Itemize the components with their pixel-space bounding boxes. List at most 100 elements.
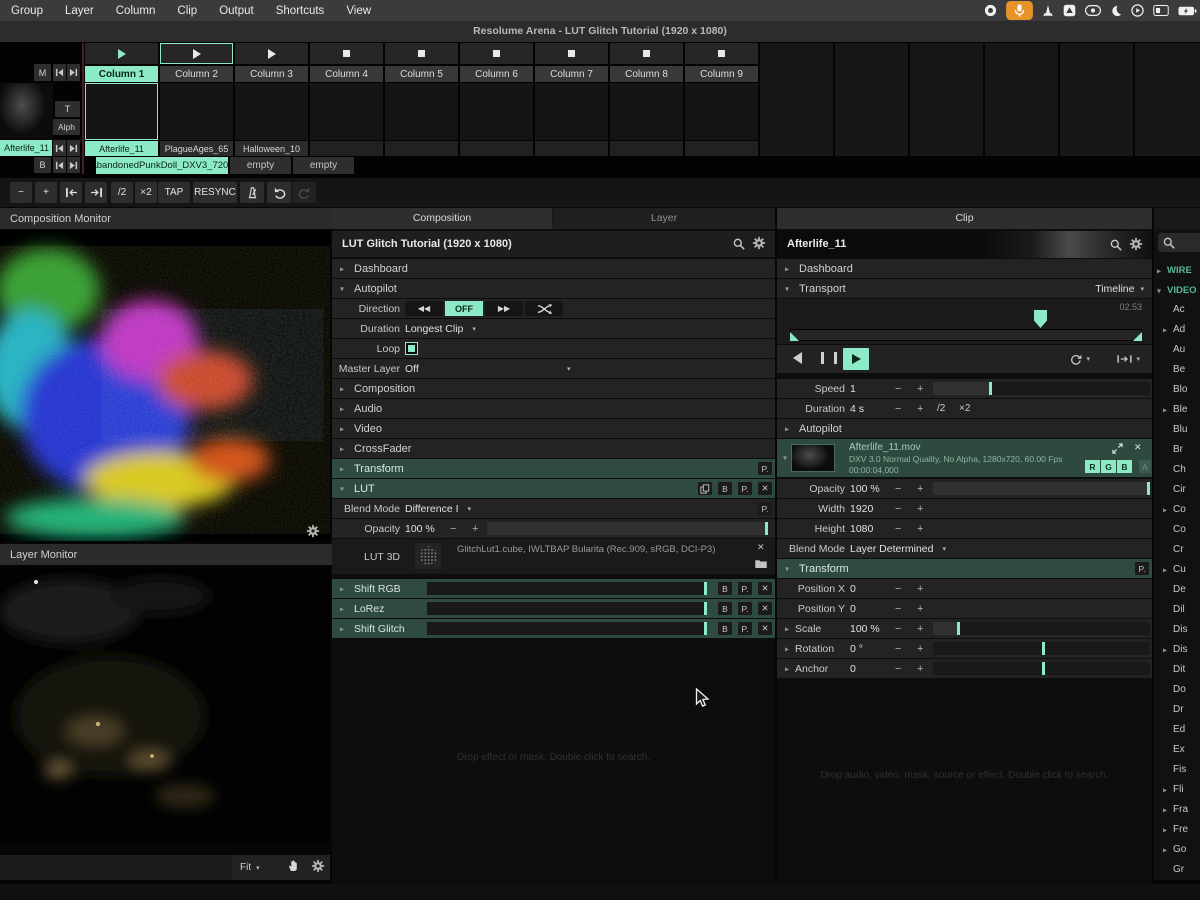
slider-track[interactable]	[487, 522, 768, 535]
row-value[interactable]: 1920	[850, 499, 873, 518]
slider-track[interactable]	[933, 482, 1150, 495]
direction-random-button[interactable]	[525, 301, 563, 316]
column-label-3[interactable]: Column 3	[235, 66, 308, 82]
expand-arrow-icon[interactable]: ▸	[340, 424, 344, 433]
menu-column[interactable]: Column	[105, 0, 167, 21]
row-value[interactable]: 0	[850, 659, 856, 678]
decrement-button[interactable]: −	[895, 659, 901, 678]
collapse-arrow-icon[interactable]: ▾	[785, 564, 789, 573]
layer-trigger-button[interactable]: T	[55, 101, 80, 117]
playhead-marker[interactable]	[1034, 310, 1047, 328]
gear-icon[interactable]	[1129, 237, 1143, 256]
param-button[interactable]: P.	[738, 602, 752, 615]
clip-name-1[interactable]: Afterlife_11	[85, 141, 158, 156]
clip-cell-5[interactable]	[385, 83, 458, 140]
clip-cell-8[interactable]	[610, 83, 683, 140]
channel-a-button[interactable]: A	[1139, 460, 1151, 473]
browser-effect-item[interactable]: Co	[1173, 504, 1186, 515]
channel-g-button[interactable]: G	[1101, 460, 1116, 473]
decrement-button[interactable]: −	[895, 499, 901, 518]
param-button[interactable]: P.	[758, 502, 772, 515]
browser-effect-item[interactable]: Ble	[1173, 404, 1187, 415]
increment-button[interactable]: +	[917, 399, 923, 418]
channel-r-button[interactable]: R	[1085, 460, 1100, 473]
column-label-4[interactable]: Column 4	[310, 66, 383, 82]
browser-effect-item[interactable]: Fis	[1173, 764, 1186, 775]
layerb-empty-slot-1[interactable]: empty	[230, 157, 291, 174]
bpm-2-button[interactable]: ×2	[135, 182, 157, 203]
browser-effect-item[interactable]: Dis	[1173, 644, 1187, 655]
slider-track[interactable]	[933, 622, 1150, 635]
item-arrow-icon[interactable]: ▸	[1163, 506, 1167, 515]
clip-name-8[interactable]	[610, 141, 683, 156]
folder-icon[interactable]	[755, 559, 767, 568]
column-trigger-3[interactable]	[235, 43, 308, 64]
creative-cloud-icon[interactable]	[1085, 5, 1101, 16]
layerb-prev-button[interactable]	[53, 157, 66, 173]
browser-effect-item[interactable]: Au	[1173, 344, 1185, 355]
layer-preview-thumb[interactable]	[0, 83, 53, 139]
clip-name-5[interactable]	[385, 141, 458, 156]
skip-back-icon[interactable]	[55, 68, 64, 77]
expand-arrow-icon[interactable]: ▸	[340, 384, 344, 393]
column-label-8[interactable]: Column 8	[610, 66, 683, 82]
row-value[interactable]: 1	[850, 379, 856, 398]
collapse-arrow-icon[interactable]: ▾	[340, 484, 344, 493]
clip-cell-6[interactable]	[460, 83, 533, 140]
fit-dropdown[interactable]: Fit ▾	[240, 855, 260, 880]
lut-thumbnail[interactable]	[415, 543, 441, 569]
increment-button[interactable]: +	[917, 659, 923, 678]
bpm-2-button[interactable]: /2	[111, 182, 133, 203]
expand-arrow-icon[interactable]: ▸	[340, 604, 344, 613]
pause-button[interactable]	[821, 352, 837, 364]
browser-effect-item[interactable]: Dr	[1173, 704, 1184, 715]
bypass-button[interactable]: B	[718, 622, 732, 635]
pan-hand-button[interactable]	[288, 859, 299, 877]
param-button[interactable]: P.	[738, 622, 752, 635]
browser-group-wire[interactable]: WIRE	[1167, 265, 1192, 276]
decrement-button[interactable]: −	[895, 619, 901, 638]
menu-group[interactable]: Group	[0, 0, 54, 21]
column-trigger-8[interactable]	[610, 43, 683, 64]
browser-effect-item[interactable]: Ac	[1173, 304, 1185, 315]
dropdown-value[interactable]: Difference I▾	[405, 499, 471, 518]
effect-opacity-slider[interactable]	[427, 602, 707, 615]
browser-effect-item[interactable]: Go	[1173, 844, 1186, 855]
tab-composition[interactable]: Composition	[332, 208, 552, 229]
tab-layer[interactable]: Layer	[553, 208, 775, 229]
play-button[interactable]	[843, 348, 869, 370]
direction-off-button[interactable]: OFF	[445, 301, 483, 316]
timeline-track[interactable]	[790, 329, 1142, 341]
control-strip-icon[interactable]	[1153, 5, 1169, 16]
slider-handle[interactable]	[957, 622, 960, 635]
microphone-icon[interactable]	[1006, 1, 1033, 20]
effect-opacity-slider[interactable]	[427, 622, 707, 635]
param-button[interactable]: P.	[738, 582, 752, 595]
browser-effect-item[interactable]: De	[1173, 584, 1186, 595]
column-trigger-5[interactable]	[385, 43, 458, 64]
loop-checkbox[interactable]	[405, 342, 418, 355]
moon-icon[interactable]	[1110, 5, 1122, 17]
slider-handle[interactable]	[1042, 642, 1045, 655]
param-button[interactable]: P.	[738, 482, 752, 495]
clip-cell-1[interactable]	[85, 83, 158, 140]
column-trigger-4[interactable]	[310, 43, 383, 64]
clip-cell-3[interactable]	[235, 83, 308, 140]
row-value[interactable]: 1080	[850, 519, 873, 538]
row-value[interactable]: 0 °	[850, 639, 863, 658]
increment-button[interactable]: +	[917, 619, 923, 638]
column-label-9[interactable]: Column 9	[685, 66, 758, 82]
loop-mode-dropdown[interactable]: ▾	[1069, 345, 1090, 373]
expand-icon[interactable]	[1112, 443, 1123, 454]
clip-cell-4[interactable]	[310, 83, 383, 140]
decrement-button[interactable]: −	[895, 599, 901, 618]
row-value[interactable]: 100 %	[405, 519, 435, 538]
effect-name[interactable]: Shift Glitch	[354, 619, 405, 638]
layer-blend-button[interactable]: Alph	[53, 119, 80, 135]
browser-effect-item[interactable]: Dil	[1173, 604, 1185, 615]
menu-layer[interactable]: Layer	[54, 0, 105, 21]
column-trigger-1[interactable]	[85, 43, 158, 64]
item-arrow-icon[interactable]: ▸	[1163, 646, 1167, 655]
gear-icon[interactable]	[752, 236, 766, 255]
search-icon[interactable]	[1110, 238, 1122, 256]
